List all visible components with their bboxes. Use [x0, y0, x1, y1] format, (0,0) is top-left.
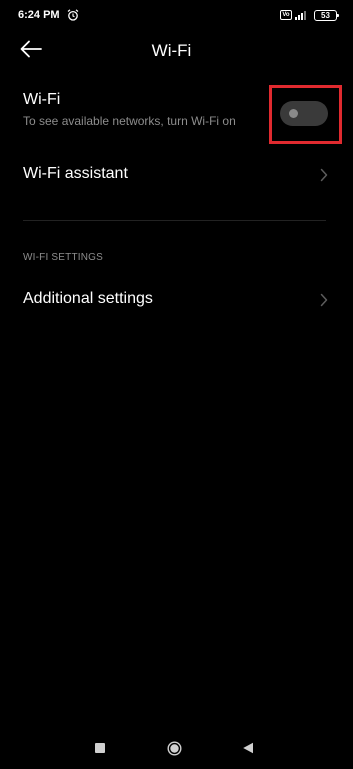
section-divider — [23, 220, 326, 221]
recents-button[interactable] — [95, 743, 105, 753]
page-title: Wi-Fi — [151, 41, 192, 60]
section-header-wifi-settings: WI-FI SETTINGS — [23, 252, 104, 263]
additional-settings-label: Additional settings — [23, 290, 153, 307]
navigation-bar — [0, 733, 353, 763]
volte-icon: Vo — [280, 10, 292, 20]
alarm-clock-icon — [67, 9, 79, 21]
status-icons: Vo 53 — [280, 9, 339, 21]
chevron-right-icon — [320, 293, 328, 307]
wifi-toggle-switch[interactable] — [280, 101, 328, 126]
chevron-right-icon — [320, 168, 328, 182]
wifi-row-subtitle: To see available networks, turn Wi-Fi on — [23, 114, 236, 128]
back-nav-button[interactable] — [242, 742, 254, 754]
status-time: 6:24 PM — [18, 9, 60, 21]
additional-settings-row[interactable]: Additional settings — [0, 281, 353, 321]
battery-level: 53 — [321, 10, 330, 20]
signal-icon — [295, 11, 306, 20]
wifi-assistant-row[interactable]: Wi-Fi assistant — [0, 156, 353, 196]
wifi-assistant-label: Wi-Fi assistant — [23, 165, 128, 182]
toggle-knob — [289, 109, 298, 118]
battery-icon: 53 — [314, 9, 339, 21]
wifi-row-title: Wi-Fi — [23, 91, 61, 108]
home-button[interactable] — [167, 741, 182, 756]
app-header: Wi-Fi — [0, 32, 353, 72]
status-bar: 6:24 PM Vo 53 — [0, 0, 353, 32]
